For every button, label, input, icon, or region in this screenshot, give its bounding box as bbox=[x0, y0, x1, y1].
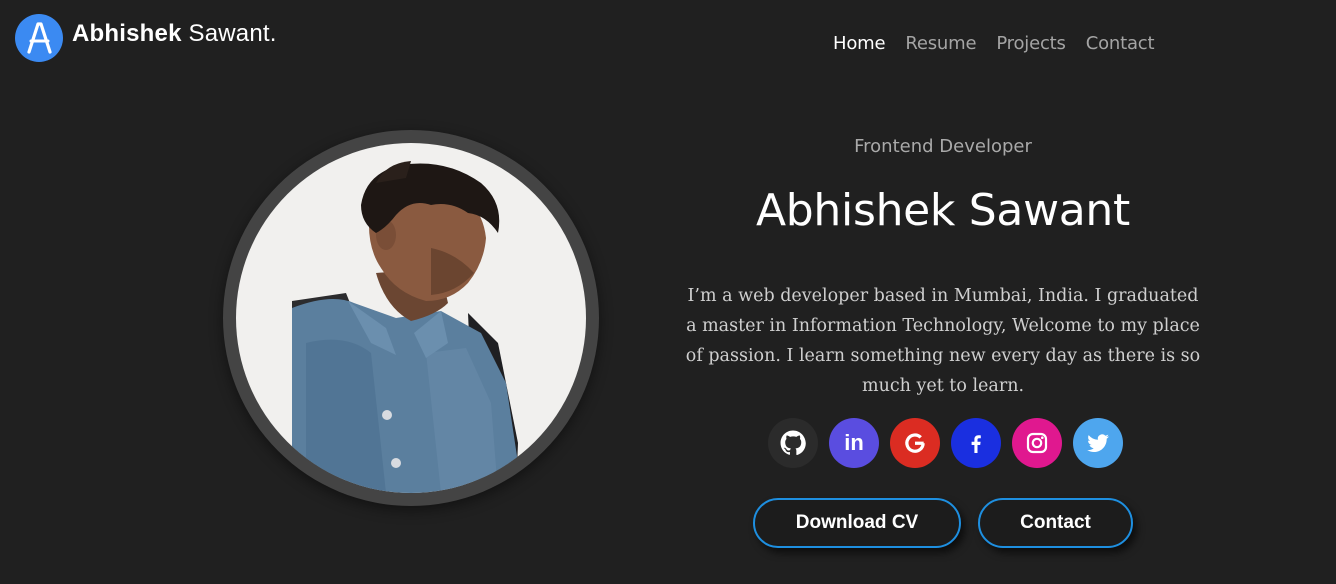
brand-name[interactable]: Abhishek Sawant. bbox=[72, 20, 277, 48]
main-nav: Home Resume Projects Contact bbox=[833, 33, 1174, 54]
brand[interactable]: Abhishek Sawant. bbox=[15, 14, 277, 62]
instagram-icon[interactable] bbox=[1012, 418, 1062, 468]
github-icon[interactable] bbox=[768, 418, 818, 468]
brand-logo-icon[interactable] bbox=[15, 14, 63, 62]
twitter-icon[interactable] bbox=[1073, 418, 1123, 468]
download-cv-button[interactable]: Download CV bbox=[753, 498, 961, 548]
hero-name: Abhishek Sawant bbox=[756, 185, 1130, 236]
social-links: in bbox=[768, 418, 1134, 468]
google-icon[interactable] bbox=[890, 418, 940, 468]
page: Abhishek Sawant. Home Resume Projects Co… bbox=[0, 0, 1336, 584]
linkedin-icon-text: in bbox=[844, 430, 864, 455]
nav-resume[interactable]: Resume bbox=[905, 33, 976, 54]
linkedin-icon[interactable]: in bbox=[829, 418, 879, 468]
contact-button[interactable]: Contact bbox=[978, 498, 1133, 548]
hero-role: Frontend Developer bbox=[854, 136, 1032, 157]
profile-photo bbox=[292, 161, 518, 493]
hero-bio: I’m a web developer based in Mumbai, Ind… bbox=[685, 286, 1201, 396]
nav-contact[interactable]: Contact bbox=[1086, 33, 1155, 54]
brand-last-name: Sawant. bbox=[181, 20, 277, 47]
brand-first-name: Abhishek bbox=[72, 20, 182, 47]
nav-projects[interactable]: Projects bbox=[996, 33, 1066, 54]
nav-home[interactable]: Home bbox=[833, 33, 886, 54]
facebook-icon[interactable] bbox=[951, 418, 1001, 468]
avatar bbox=[236, 143, 586, 493]
